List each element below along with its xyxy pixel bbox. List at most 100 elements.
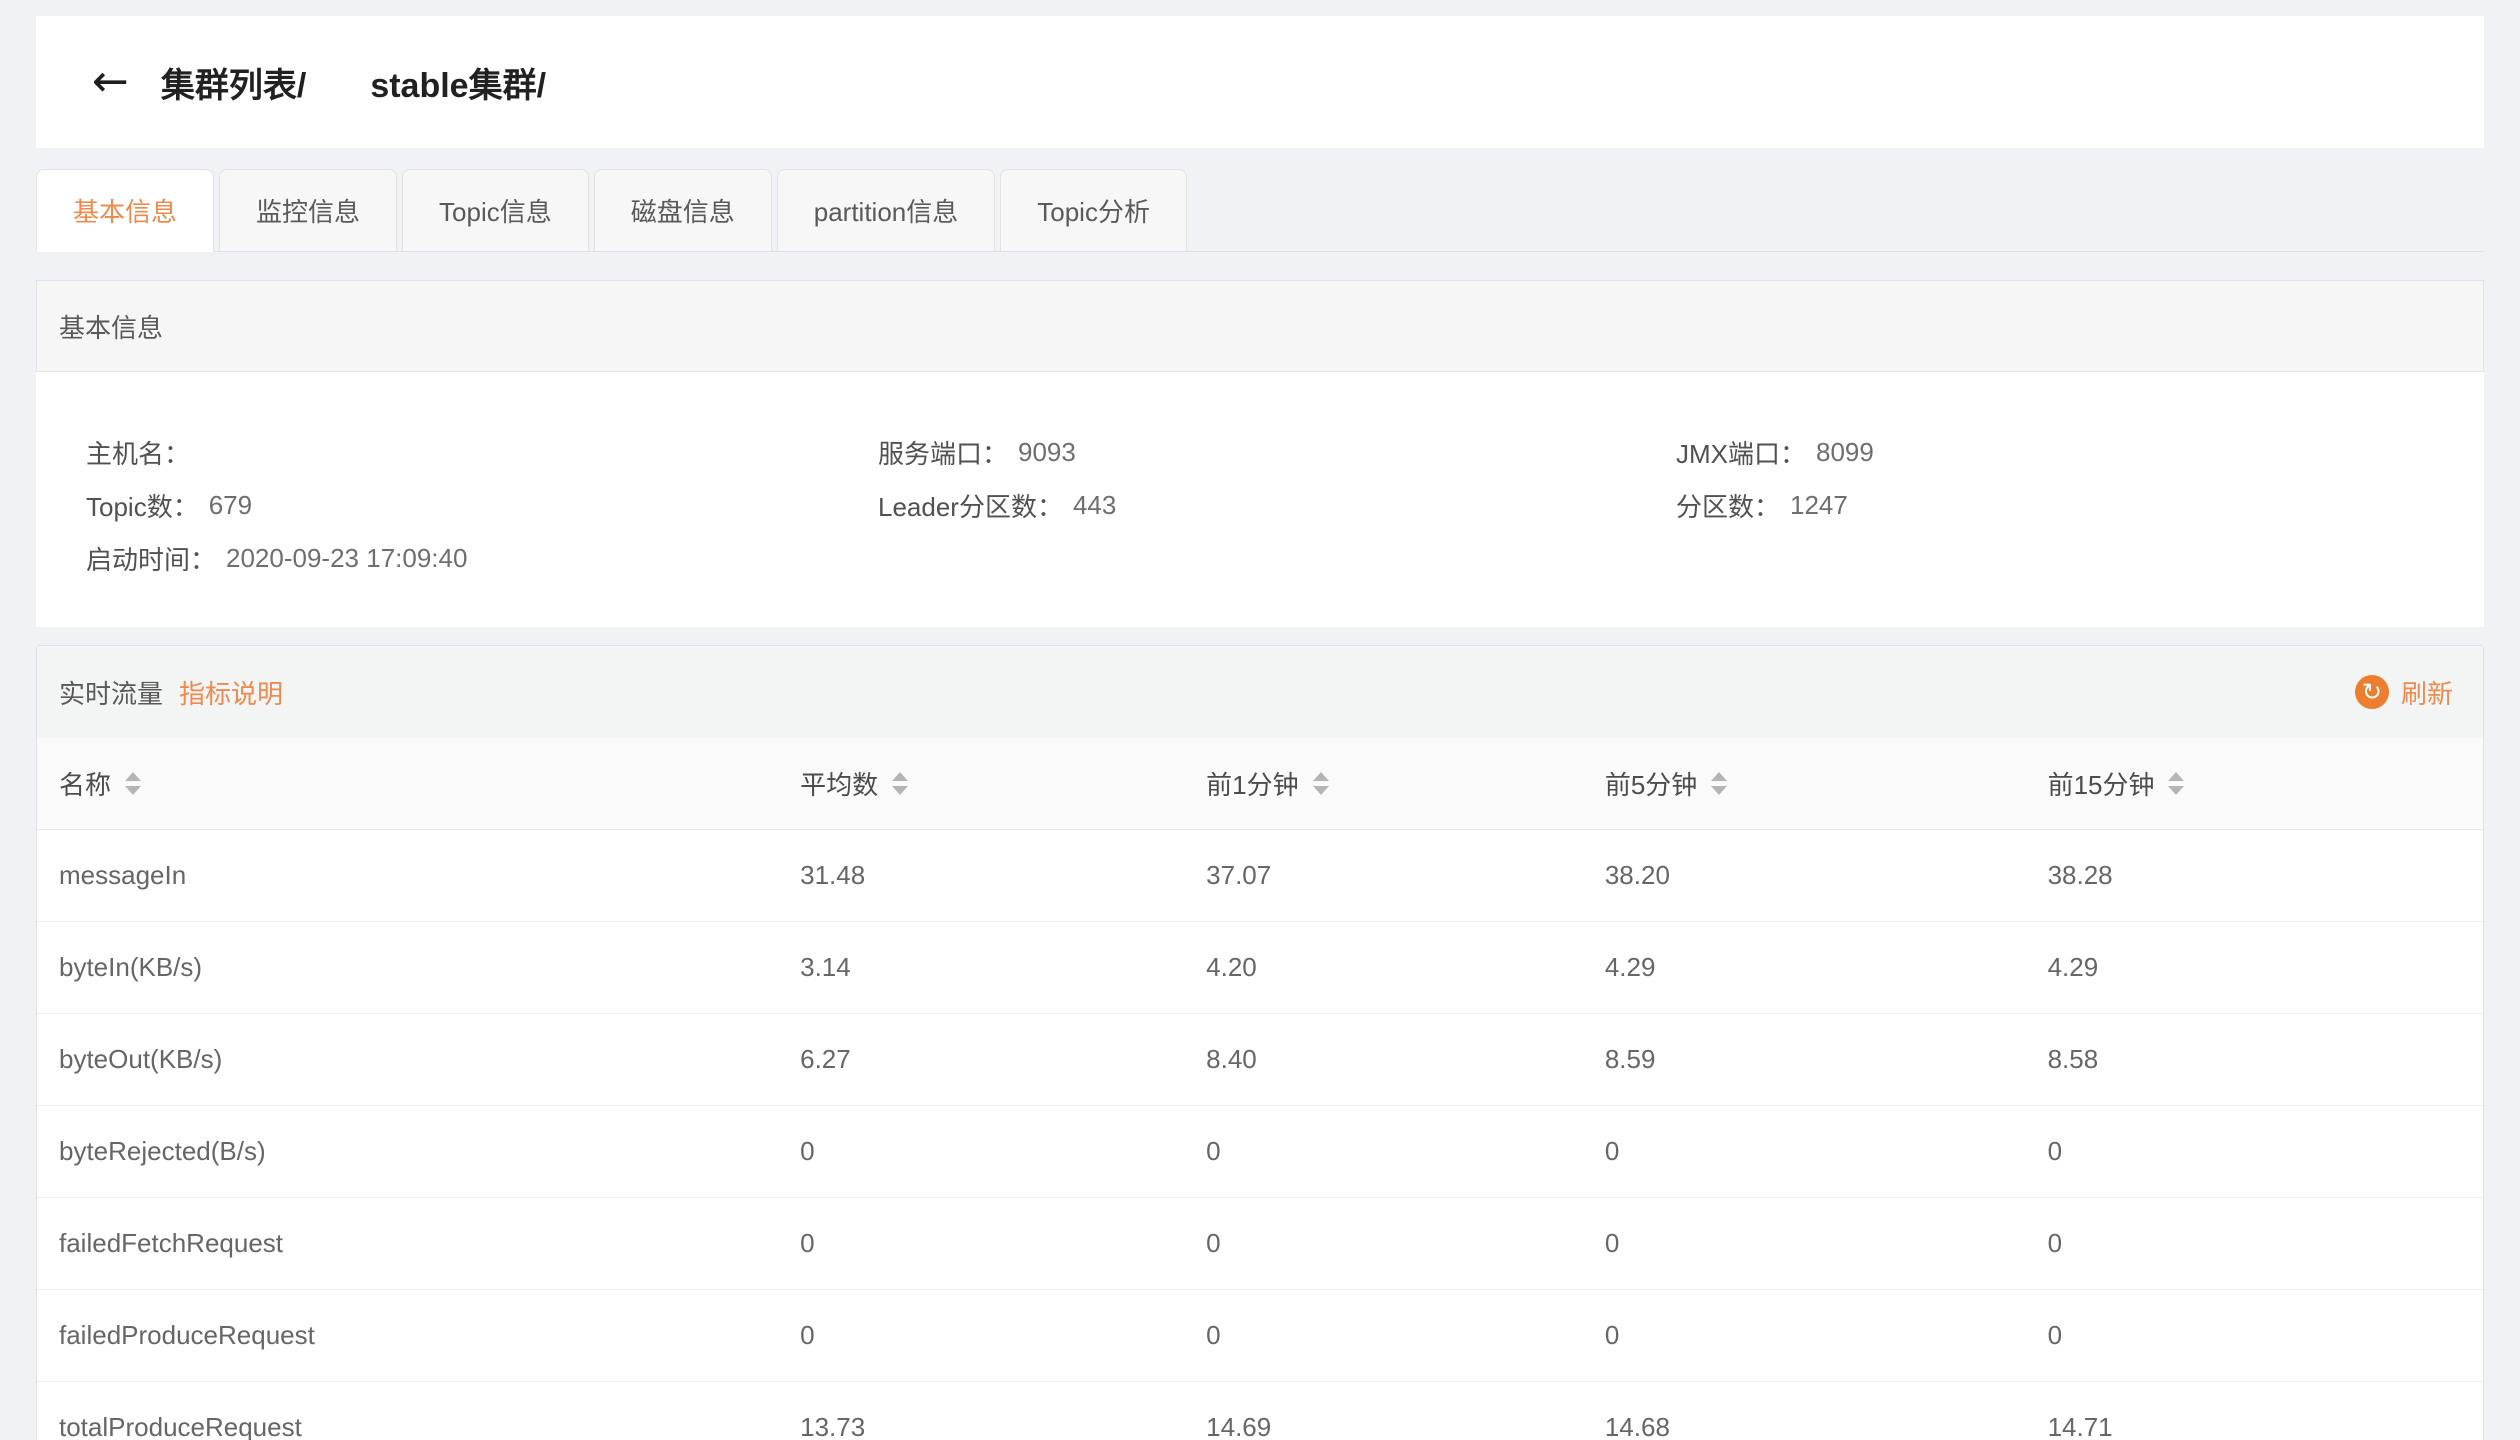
table-body: messageIn 31.48 37.07 38.20 38.28 byteIn… (37, 829, 2483, 1440)
table-header-row: 名称 平均数 (37, 738, 2483, 829)
sort-descending-icon (1711, 786, 1727, 795)
column-header-label: 前15分钟 (2048, 765, 2155, 802)
sort-icon[interactable] (125, 772, 141, 795)
cell-average: 6.27 (778, 1013, 1184, 1105)
info-field: 服务端口： 9093 (878, 426, 1676, 479)
tab[interactable]: 磁盘信息 (594, 169, 772, 252)
cell-last-1min: 14.69 (1184, 1381, 1583, 1440)
cell-average: 0 (778, 1105, 1184, 1197)
tab-bar: 基本信息 监控信息 Topic信息 磁盘信息 partition信息 Topic… (36, 168, 2484, 252)
cell-metric-name: byteIn(KB/s) (37, 921, 778, 1013)
info-field-label: Topic数： (86, 487, 199, 524)
page-title: 集群列表/stable集群/ (161, 58, 546, 107)
info-field: 分区数： 1247 (1676, 479, 2484, 532)
cell-last-5min: 38.20 (1583, 829, 2026, 921)
info-field-label: JMX端口： (1676, 434, 1806, 471)
tab[interactable]: Topic分析 (1000, 169, 1187, 252)
info-field: 主机名： (86, 426, 878, 479)
basic-info-body: 主机名： 服务端口： 9093 JMX端口： 8099 Topic数： 679 … (36, 372, 2484, 627)
cell-last-15min: 4.29 (2026, 921, 2483, 1013)
realtime-traffic-title: 实时流量 (59, 674, 163, 711)
cell-last-1min: 8.40 (1184, 1013, 1583, 1105)
info-field-label: 主机名： (86, 434, 190, 471)
cell-average: 13.73 (778, 1381, 1184, 1440)
cell-last-5min: 0 (1583, 1197, 2026, 1289)
info-field-value: 8099 (1816, 437, 1874, 468)
column-header-label: 名称 (59, 765, 111, 802)
column-header-label: 平均数 (800, 765, 878, 802)
info-field-label: 服务端口： (878, 434, 1008, 471)
cell-last-1min: 0 (1184, 1197, 1583, 1289)
cell-last-15min: 14.71 (2026, 1381, 2483, 1440)
cell-last-15min: 8.58 (2026, 1013, 2483, 1105)
cell-metric-name: byteOut(KB/s) (37, 1013, 778, 1105)
cell-metric-name: totalProduceRequest (37, 1381, 778, 1440)
refresh-icon: ↻ (2355, 675, 2389, 709)
basic-info-panel-header: 基本信息 (36, 280, 2484, 372)
info-field: JMX端口： 8099 (1676, 426, 2484, 479)
tab[interactable]: Topic信息 (402, 169, 589, 252)
cell-last-15min: 38.28 (2026, 829, 2483, 921)
table-row: failedProduceRequest 0 0 0 0 (37, 1289, 2483, 1381)
tab-label: partition信息 (814, 192, 959, 229)
sort-ascending-icon (1711, 772, 1727, 781)
sort-ascending-icon (1313, 772, 1329, 781)
sort-icon[interactable] (892, 772, 908, 795)
tab[interactable]: 基本信息 (36, 169, 214, 252)
tab-label: 基本信息 (73, 192, 177, 229)
cell-last-5min: 14.68 (1583, 1381, 2026, 1440)
table-row: messageIn 31.48 37.07 38.20 38.28 (37, 829, 2483, 921)
sort-icon[interactable] (2168, 772, 2184, 795)
cell-metric-name: byteRejected(B/s) (37, 1105, 778, 1197)
breadcrumb-prefix: 集群列表/ (161, 58, 306, 107)
table-row: byteOut(KB/s) 6.27 8.40 8.59 8.58 (37, 1013, 2483, 1105)
column-header[interactable]: 平均数 (778, 738, 1184, 829)
sort-icon[interactable] (1711, 772, 1727, 795)
cell-last-5min: 0 (1583, 1289, 2026, 1381)
refresh-button[interactable]: ↻ 刷新 (2355, 674, 2453, 711)
sort-icon[interactable] (1313, 772, 1329, 795)
metric-description-link[interactable]: 指标说明 (179, 674, 283, 711)
tab-label: 监控信息 (256, 192, 360, 229)
cell-average: 0 (778, 1197, 1184, 1289)
tab[interactable]: partition信息 (777, 169, 996, 252)
realtime-traffic-header: 实时流量 指标说明 ↻ 刷新 (37, 646, 2483, 738)
table-row: totalProduceRequest 13.73 14.69 14.68 14… (37, 1381, 2483, 1440)
sort-descending-icon (125, 786, 141, 795)
column-header[interactable]: 名称 (37, 738, 778, 829)
tab-label: 磁盘信息 (631, 192, 735, 229)
cell-last-1min: 37.07 (1184, 829, 1583, 921)
cell-last-5min: 0 (1583, 1105, 2026, 1197)
cell-last-1min: 4.20 (1184, 921, 1583, 1013)
cell-metric-name: failedFetchRequest (37, 1197, 778, 1289)
info-field-value (200, 438, 330, 468)
info-field-value: 443 (1073, 490, 1116, 521)
column-header[interactable]: 前5分钟 (1583, 738, 2026, 829)
info-field-label: Leader分区数： (878, 487, 1063, 524)
table-row: failedFetchRequest 0 0 0 0 (37, 1197, 2483, 1289)
table-row: byteRejected(B/s) 0 0 0 0 (37, 1105, 2483, 1197)
info-field: Leader分区数： 443 (878, 479, 1676, 532)
info-field-value: 679 (209, 490, 252, 521)
column-header[interactable]: 前1分钟 (1184, 738, 1583, 829)
basic-info-panel: 基本信息 主机名： 服务端口： 9093 JMX端口： 8099 Topic数：… (36, 280, 2484, 627)
column-header[interactable]: 前15分钟 (2026, 738, 2483, 829)
cell-last-15min: 0 (2026, 1105, 2483, 1197)
cell-last-5min: 4.29 (1583, 921, 2026, 1013)
info-field: Topic数： 679 (86, 479, 878, 532)
back-button[interactable]: ← (92, 60, 129, 104)
cell-average: 31.48 (778, 829, 1184, 921)
cell-last-1min: 0 (1184, 1105, 1583, 1197)
column-header-label: 前5分钟 (1605, 765, 1697, 802)
column-header-label: 前1分钟 (1206, 765, 1298, 802)
tab-label: Topic分析 (1037, 192, 1150, 229)
basic-info-section-title: 基本信息 (59, 308, 163, 345)
info-field-value: 1247 (1790, 490, 1848, 521)
sort-descending-icon (2168, 786, 2184, 795)
cell-metric-name: messageIn (37, 829, 778, 921)
metrics-table: 名称 平均数 (37, 738, 2483, 1440)
cell-average: 3.14 (778, 921, 1184, 1013)
tab[interactable]: 监控信息 (219, 169, 397, 252)
info-field-label: 启动时间： (86, 540, 216, 577)
sort-ascending-icon (125, 772, 141, 781)
